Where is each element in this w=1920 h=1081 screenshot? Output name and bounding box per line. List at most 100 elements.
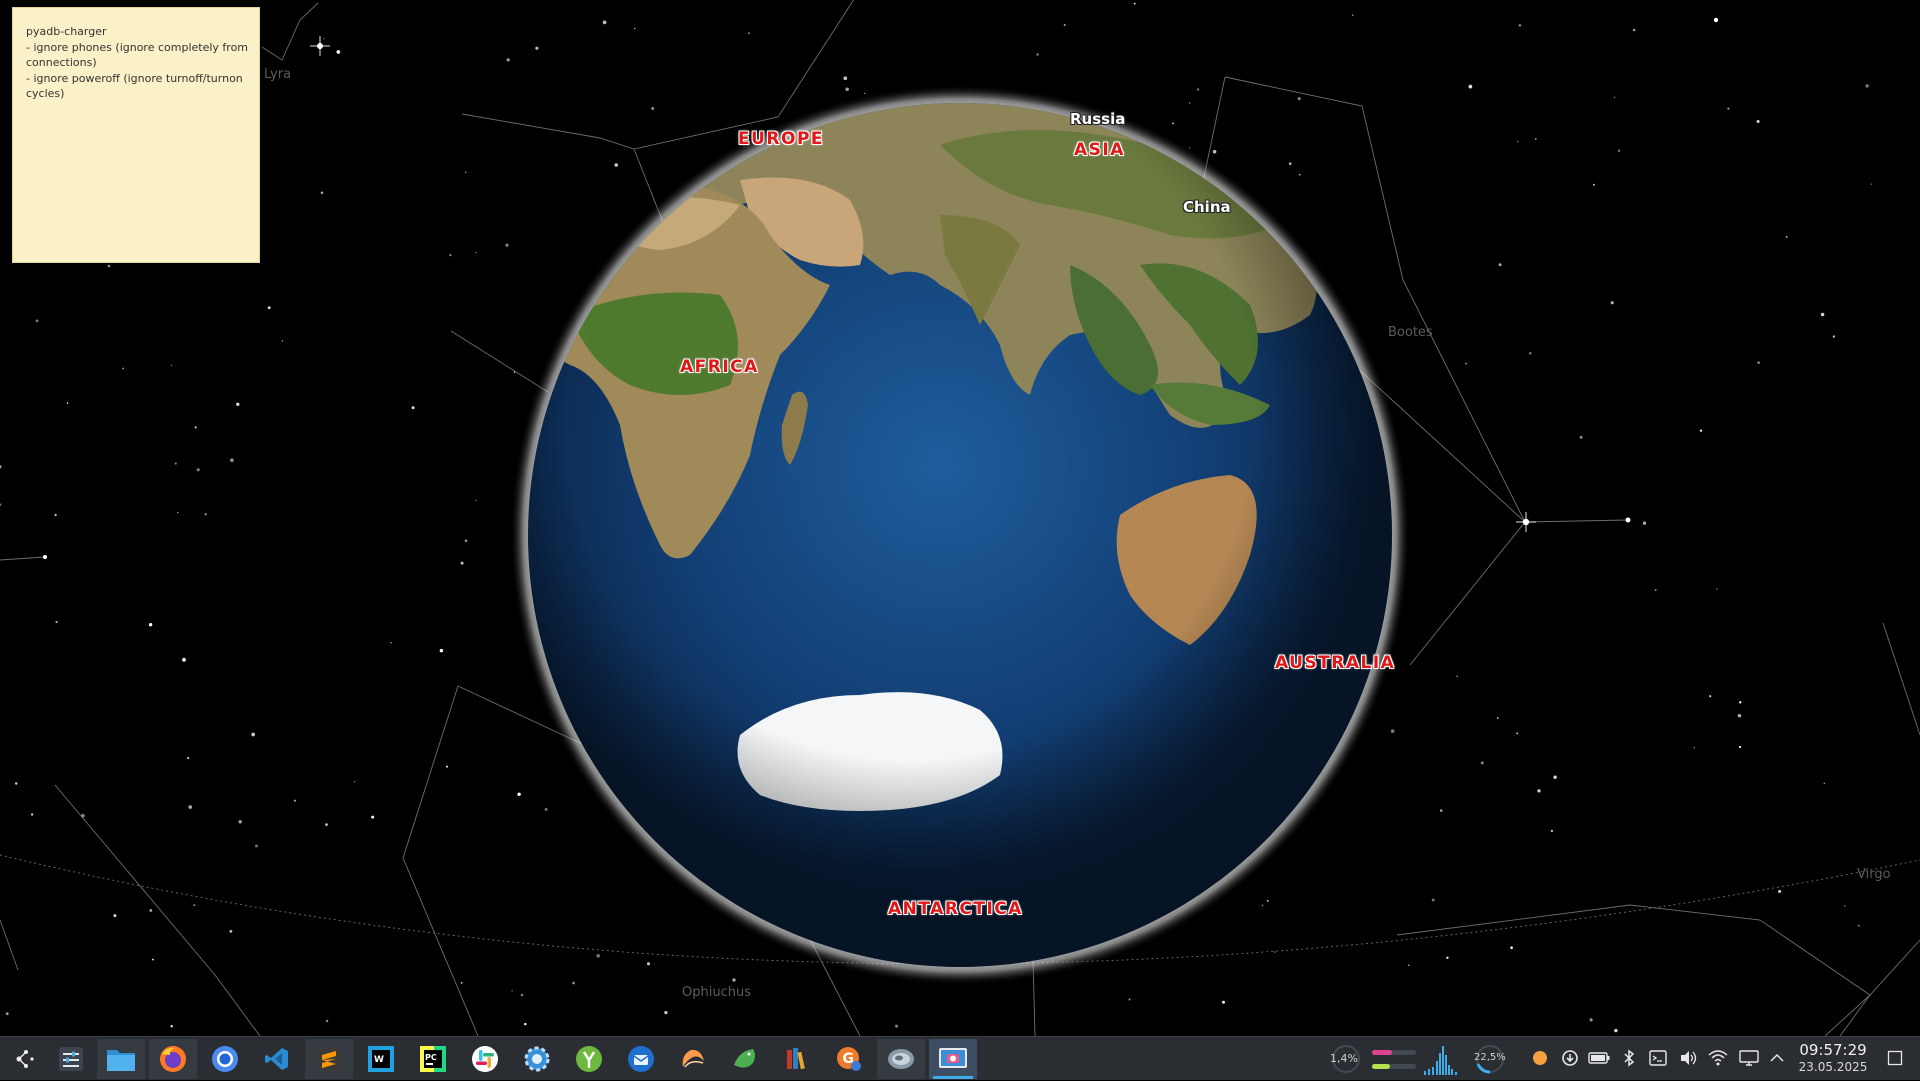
taskbar-app-g[interactable]: G [825, 1039, 873, 1079]
star [194, 426, 197, 429]
star [353, 781, 356, 783]
svg-text:PC: PC [425, 1053, 437, 1062]
network-graph[interactable] [1420, 1041, 1464, 1077]
clock-time: 09:57:29 [1799, 1041, 1867, 1059]
taskbar-app-chromium[interactable] [201, 1039, 249, 1079]
star [54, 513, 57, 517]
disk-monitor[interactable]: 22,5% [1468, 1043, 1512, 1075]
tray-expand[interactable] [1766, 1047, 1788, 1069]
tray-updates[interactable] [1559, 1047, 1581, 1069]
taskbar-app-y[interactable] [565, 1039, 613, 1079]
tray-wifi[interactable] [1707, 1047, 1729, 1069]
constellation-ophiuchus-line [402, 685, 479, 1036]
star [1709, 695, 1712, 698]
g-badge-icon: G [837, 1047, 861, 1071]
earth-globe[interactable]: EUROPE ASIA AFRICA AUSTRALIA ANTARCTICA … [510, 85, 1410, 985]
taskbar-app-firefox[interactable] [149, 1039, 197, 1079]
taskbar-app-peach[interactable] [669, 1039, 717, 1079]
star [148, 623, 153, 627]
star [895, 1024, 898, 1028]
star [174, 462, 177, 465]
lizard-icon [734, 1049, 755, 1068]
star [267, 306, 271, 310]
star [1036, 53, 1039, 56]
continent-label-antarctica: ANTARCTICA [888, 899, 1023, 919]
constellation-label-virgo: Virgo [1857, 867, 1891, 882]
show-desktop-button[interactable] [1884, 1047, 1906, 1069]
star [460, 981, 463, 984]
taskbar-app-library[interactable] [773, 1039, 821, 1079]
star [1870, 183, 1873, 185]
star [1517, 140, 1519, 143]
star [30, 813, 34, 816]
memory-monitor[interactable] [1370, 1045, 1418, 1073]
taskbar-app-marble[interactable] [877, 1039, 925, 1079]
taskbar: W PC G 1,4% 22,5% 09:57:29 23.05.2025 [0, 1036, 1920, 1080]
taskbar-app-screenshot[interactable] [929, 1039, 977, 1079]
star [1550, 829, 1554, 833]
taskbar-app-thunderbird[interactable] [617, 1039, 665, 1079]
star [1738, 745, 1742, 749]
chevron-up-icon [1770, 1053, 1784, 1062]
star [446, 765, 448, 768]
star [320, 191, 324, 195]
star [1351, 14, 1354, 16]
taskbar-app-task-manager[interactable] [47, 1039, 95, 1079]
chromium-icon [212, 1046, 238, 1072]
webstorm-icon: W [368, 1046, 394, 1072]
star [187, 757, 190, 759]
star [122, 367, 124, 370]
star [281, 340, 284, 342]
star [475, 251, 477, 254]
y-leaf-icon [576, 1046, 602, 1072]
star [182, 657, 186, 662]
star [323, 37, 325, 40]
country-label-china: China [1183, 198, 1231, 216]
star [1535, 138, 1537, 140]
star [1510, 946, 1513, 950]
tray-volume[interactable] [1677, 1047, 1699, 1069]
sticky-note-widget[interactable]: pyadb-charger - ignore phones (ignore co… [12, 7, 260, 263]
star [1693, 747, 1695, 749]
star [177, 511, 179, 514]
sticky-note-text[interactable]: pyadb-charger - ignore phones (ignore co… [26, 24, 249, 102]
star [35, 319, 39, 323]
taskbar-app-system-settings[interactable] [513, 1039, 561, 1079]
star [1613, 96, 1616, 99]
star [113, 914, 117, 918]
constellation-lyra-line [261, 2, 319, 61]
star [1496, 717, 1499, 719]
taskbar-app-pycharm[interactable]: PC [409, 1039, 457, 1079]
taskbar-app-gecko[interactable] [721, 1039, 769, 1079]
star [535, 46, 539, 50]
svg-text:W: W [374, 1055, 384, 1065]
taskbar-app-vscode[interactable] [253, 1039, 301, 1079]
cpu-monitor[interactable]: 1,4% [1326, 1043, 1366, 1075]
tray-battery[interactable] [1588, 1047, 1610, 1069]
star [464, 539, 468, 543]
tray-bluetooth[interactable] [1618, 1047, 1640, 1069]
star [293, 799, 296, 802]
star [1222, 1000, 1225, 1004]
star [66, 402, 69, 404]
updates-icon [1562, 1050, 1578, 1066]
star [634, 27, 636, 30]
continent-label-europe: EUROPE [738, 129, 825, 149]
star [170, 1025, 173, 1028]
taskbar-app-file-manager[interactable] [97, 1039, 145, 1079]
star [460, 561, 464, 565]
star [151, 958, 154, 961]
star [843, 76, 848, 81]
taskbar-app-webstorm[interactable]: W [357, 1039, 405, 1079]
star [524, 1022, 527, 1026]
taskbar-app-sublime-text[interactable] [305, 1039, 353, 1079]
taskbar-app-slack[interactable] [461, 1039, 509, 1079]
tray-weather[interactable] [1529, 1047, 1551, 1069]
star [1820, 312, 1825, 317]
constellation-label-lyra: Lyra [264, 67, 292, 82]
application-launcher-button[interactable] [0, 1039, 48, 1079]
star [193, 904, 196, 907]
screenshot-icon [939, 1048, 967, 1068]
tray-terminal[interactable] [1647, 1047, 1669, 1069]
tray-display[interactable] [1738, 1047, 1760, 1069]
